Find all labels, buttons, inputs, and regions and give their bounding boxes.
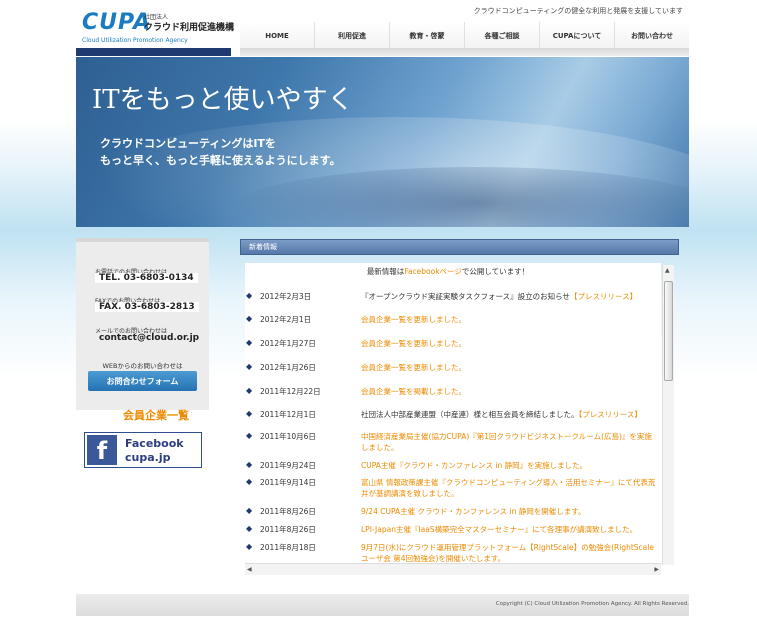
news-text-main: 『オープンクラウド実証実験タスクフォース』設立のお知らせ: [361, 292, 571, 301]
facebook-account: cupa.jp: [125, 451, 171, 464]
diamond-bullet-icon: ◆: [246, 524, 253, 533]
hero-subtitle-line1: クラウドコンピューティングはITを: [100, 137, 276, 150]
news-text[interactable]: 会員企業一覧を更新しました。: [361, 338, 659, 349]
news-item: ◆ 2012年1月26日 会員企業一覧を更新しました。: [245, 362, 655, 378]
news-text[interactable]: 9月7日(水)にクラウド運用管理プラットフォーム【RightScale】の勉強会…: [361, 542, 655, 564]
news-list[interactable]: 最新情報はFacebookページで公開しています！ ◆ 2012年2月3日 『オ…: [245, 263, 661, 573]
news-item: ◆ 2011年9月24日 CUPA主催『クラウド・カンファレンス in 静岡』を…: [245, 460, 655, 476]
news-date: 2012年2月3日: [260, 292, 312, 301]
logo-english-name: Cloud Utilization Promotion Agency: [82, 37, 188, 44]
press-release-link[interactable]: 【プレスリリース】: [570, 292, 637, 301]
news-item: ◆ 2012年2月3日 『オープンクラウド実証実験タスクフォース』設立のお知らせ…: [245, 291, 655, 307]
news-date: 2012年1月26日: [260, 363, 316, 372]
news-text[interactable]: LPI-Japan主催『IaaS構築完全マスターセミナー』にて各理事が講演致しま…: [361, 524, 659, 535]
nav-promotion[interactable]: 利用促進: [314, 22, 389, 50]
news-date: 2011年9月24日: [260, 461, 316, 470]
diamond-bullet-icon: ◆: [246, 386, 253, 395]
press-release-link[interactable]: 【プレスリリース】: [579, 410, 642, 419]
news-text[interactable]: 『オープンクラウド実証実験タスクフォース』設立のお知らせ【プレスリリース】: [361, 291, 659, 302]
copyright: Copyright (C) Cloud Utilization Promotio…: [495, 601, 689, 607]
diamond-bullet-icon: ◆: [246, 362, 253, 371]
scrollbar-thumb[interactable]: [664, 281, 673, 381]
logo-organization-name: クラウド利用促進機構: [144, 23, 235, 33]
news-item: ◆ 2012年1月27日 会員企業一覧を更新しました。: [245, 338, 655, 354]
phone-number: TEL. 03-6803-0134: [95, 273, 198, 283]
hero-banner: ITをもっと使いやすく クラウドコンピューティングはITを もっと早く、もっと手…: [76, 57, 689, 227]
tagline: クラウドコンピューティングの健全な利用と発展を支援しています: [473, 7, 683, 15]
news-item: ◆ 2011年12月22日 会員企業一覧を掲載しました。: [245, 386, 655, 402]
news-item: ◆ 2011年10月6日 中国経済産業局主催(協力CUPA)『第1回クラウドビジ…: [245, 431, 655, 457]
hero-title: ITをもっと使いやすく: [92, 85, 354, 115]
diamond-bullet-icon: ◆: [246, 431, 253, 440]
news-text[interactable]: 9/24 CUPA主催 クラウド・カンファレンス in 静岡を開催します。: [361, 506, 659, 517]
nav-consultation[interactable]: 各種ご相談: [464, 22, 539, 50]
news-text[interactable]: 会員企業一覧を更新しました。: [361, 362, 659, 373]
news-item: ◆ 2011年9月14日 富山県 情報政策課主催『クラウドコンピューティング導入…: [245, 477, 655, 503]
logo-underline: [76, 48, 231, 56]
news-header: 新着情報: [240, 239, 679, 255]
nav-home[interactable]: HOME: [240, 22, 314, 50]
diamond-bullet-icon: ◆: [246, 314, 253, 323]
diamond-bullet-icon: ◆: [246, 477, 253, 486]
contact-form-button[interactable]: お問合わせフォーム: [88, 371, 197, 391]
news-text-main: 社団法人中部産業連盟（中産連）様と相互会員を締結しました。: [361, 410, 579, 419]
facebook-badge[interactable]: f Facebook cupa.jp: [84, 432, 202, 468]
news-text[interactable]: CUPA主催『クラウド・カンファレンス in 静岡』を実施しました。: [361, 460, 659, 471]
news-date: 2011年12月22日: [260, 387, 321, 396]
news-item: ◆ 2011年8月26日 LPI-Japan主催『IaaS構築完全マスターセミナ…: [245, 524, 655, 540]
news-horizontal-scrollbar[interactable]: ◀ ▶: [245, 563, 661, 575]
news-text[interactable]: 富山県 情報政策課主催『クラウドコンピューティング導入・活用セミナー』にて代表荒…: [361, 477, 659, 499]
news-text[interactable]: 中国経済産業局主催(協力CUPA)『第1回クラウドビジネストークルーム(広島)』…: [361, 431, 659, 453]
nav-about[interactable]: CUPAについて: [539, 22, 614, 50]
diamond-bullet-icon: ◆: [246, 338, 253, 347]
news-item: ◆ 2012年2月1日 会員企業一覧を更新しました。: [245, 314, 655, 330]
nav-education[interactable]: 教育・啓蒙: [389, 22, 464, 50]
news-vertical-scrollbar[interactable]: ▲: [662, 265, 674, 565]
diamond-bullet-icon: ◆: [246, 291, 253, 300]
logo-cupa: CUPA: [82, 10, 152, 35]
diamond-bullet-icon: ◆: [246, 460, 253, 469]
scroll-left-icon[interactable]: ◀: [247, 566, 252, 573]
scroll-right-icon[interactable]: ▶: [654, 566, 659, 573]
news-date: 2011年12月1日: [260, 410, 316, 419]
news-date: 2011年10月6日: [260, 432, 316, 441]
news-date: 2011年8月18日: [260, 543, 316, 552]
fax-number: FAX. 03-6803-2813: [95, 302, 199, 312]
web-contact-label: WEBからのお問い合わせは: [102, 362, 183, 370]
news-text[interactable]: 会員企業一覧を更新しました。: [361, 314, 659, 325]
news-intro-after: で公開しています！: [461, 267, 530, 276]
facebook-page-link[interactable]: Facebookページ: [404, 267, 462, 276]
nav-underline: [240, 48, 689, 56]
news-item: ◆ 2011年8月26日 9/24 CUPA主催 クラウド・カンファレンス in…: [245, 506, 655, 522]
scroll-up-icon[interactable]: ▲: [665, 267, 670, 274]
news-date: 2011年8月26日: [260, 507, 316, 516]
news-date: 2012年1月27日: [260, 339, 316, 348]
news-intro: 最新情報はFacebookページで公開しています！: [245, 266, 651, 277]
diamond-bullet-icon: ◆: [246, 506, 253, 515]
contact-sidebar: お電話でのお問い合わせは TEL. 03-6803-0134 FAXでのお問い合…: [76, 238, 209, 410]
facebook-label: Facebook: [125, 437, 184, 450]
news-item: ◆ 2011年12月1日 社団法人中部産業連盟（中産連）様と相互会員を締結しまし…: [245, 409, 655, 425]
member-list-link[interactable]: 会員企業一覧: [76, 407, 236, 423]
hero-subtitle-line2: もっと早く、もっと手軽に使えるようにします。: [100, 154, 341, 167]
news-date: 2011年9月14日: [260, 478, 316, 487]
diamond-bullet-icon: ◆: [246, 409, 253, 418]
mail-address[interactable]: contact@cloud.or.jp: [95, 333, 203, 343]
news-text[interactable]: 社団法人中部産業連盟（中産連）様と相互会員を締結しました。【プレスリリース】: [361, 409, 659, 420]
main-nav: HOME 利用促進 教育・啓蒙 各種ご相談 CUPAについて お問い合わせ: [240, 22, 689, 50]
footer: Copyright (C) Cloud Utilization Promotio…: [76, 594, 689, 616]
diamond-bullet-icon: ◆: [246, 542, 253, 551]
news-text[interactable]: 会員企業一覧を掲載しました。: [361, 386, 659, 397]
facebook-icon: f: [87, 435, 117, 465]
news-date: 2011年8月26日: [260, 525, 316, 534]
news-date: 2012年2月1日: [260, 315, 312, 324]
news-intro-before: 最新情報は: [366, 267, 405, 276]
logo[interactable]: CUPA 社団法人 クラウド利用促進機構 Cloud Utilization P…: [82, 10, 235, 46]
nav-contact[interactable]: お問い合わせ: [614, 22, 689, 50]
